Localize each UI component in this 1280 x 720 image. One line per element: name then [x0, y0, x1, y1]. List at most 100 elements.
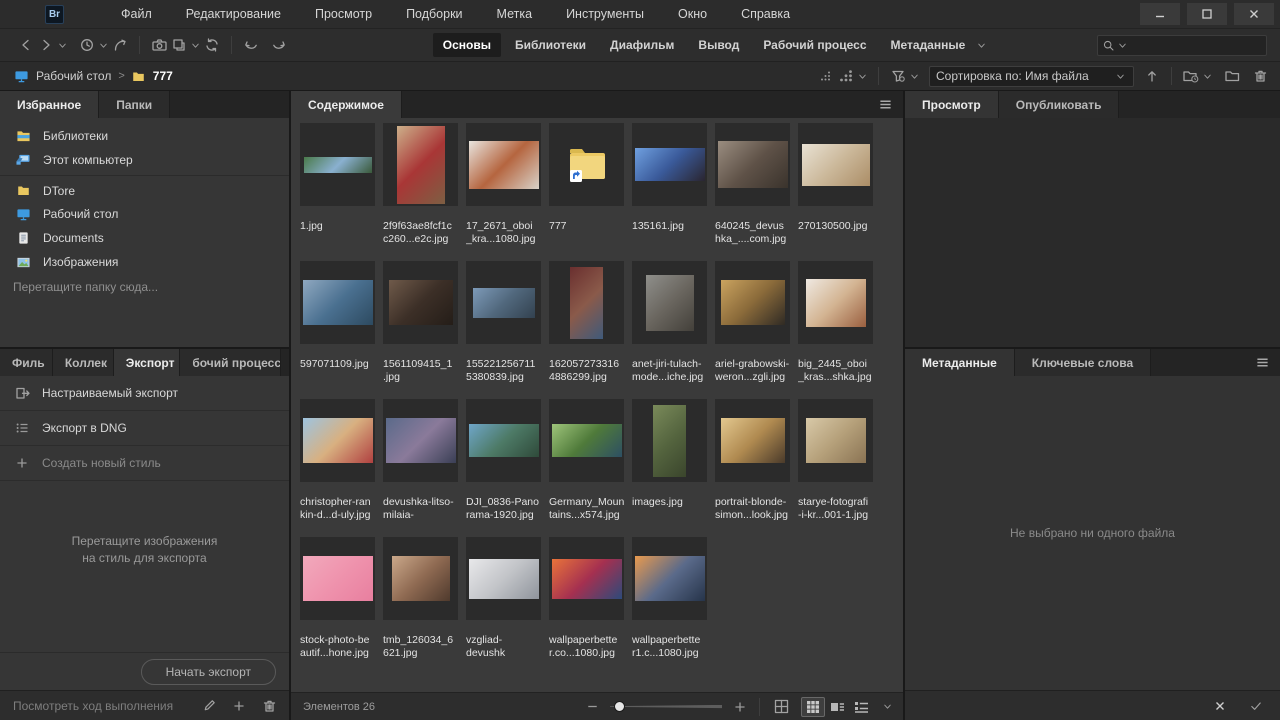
workspace-more-chevron-icon[interactable] — [975, 35, 988, 55]
image-thumbnail[interactable] — [383, 123, 458, 206]
delete-preset-icon[interactable] — [259, 696, 279, 716]
image-thumbnail[interactable] — [549, 399, 624, 482]
sidebar-item[interactable]: DTore — [0, 175, 289, 202]
thumbnail-larger-icon[interactable] — [730, 697, 750, 717]
start-export-button[interactable]: Начать экспорт — [141, 659, 276, 685]
grid-item[interactable]: 597071109.jpg — [300, 261, 375, 384]
export-preset-item[interactable]: Создать новый стиль — [0, 446, 289, 481]
search-box[interactable] — [1097, 35, 1267, 56]
menu-item[interactable]: Файл — [104, 1, 169, 27]
grid-item[interactable]: portrait-blonde- simon...look.jpg — [715, 399, 790, 522]
nav-history-chevron-icon[interactable] — [56, 35, 69, 55]
image-thumbnail[interactable] — [466, 123, 541, 206]
export-tab[interactable]: Коллек — [53, 349, 114, 376]
export-preset-item[interactable]: Экспорт в DNG — [0, 411, 289, 446]
image-thumbnail[interactable] — [632, 261, 707, 344]
image-thumbnail[interactable] — [549, 261, 624, 344]
sync-icon[interactable] — [202, 35, 222, 55]
undo-icon[interactable] — [241, 35, 261, 55]
grid-item[interactable]: devushka-litso- milaia-vzgliad.jpg — [383, 399, 458, 522]
back-icon[interactable] — [16, 35, 36, 55]
menu-item[interactable]: Метка — [480, 1, 550, 27]
thumbnail-size-slider[interactable] — [610, 700, 722, 714]
sidebar-item[interactable]: Этот компьютер — [0, 148, 289, 172]
export-tab[interactable]: Филь — [0, 349, 53, 376]
grid-item[interactable]: anet-jiri-tulach- mode...iche.jpg — [632, 261, 707, 384]
recent-folders-icon[interactable] — [1181, 66, 1201, 86]
image-thumbnail[interactable] — [383, 261, 458, 344]
image-thumbnail[interactable] — [466, 261, 541, 344]
image-thumbnail[interactable] — [300, 261, 375, 344]
export-tab[interactable]: Экспорт — [114, 349, 181, 376]
image-thumbnail[interactable] — [715, 261, 790, 344]
sidebar-item[interactable]: Рабочий стол — [0, 202, 289, 226]
grid-item[interactable]: 777 — [549, 123, 624, 246]
metadata-tab[interactable]: Ключевые слова — [1015, 349, 1151, 376]
new-folder-icon[interactable] — [1222, 66, 1242, 86]
menu-item[interactable]: Просмотр — [298, 1, 389, 27]
filter-icon[interactable] — [888, 66, 908, 86]
grid-item[interactable]: Germany_Moun tains...x574.jpg — [549, 399, 624, 522]
search-scope-chevron-icon[interactable] — [1116, 35, 1129, 55]
sidebar-item[interactable]: Documents — [0, 226, 289, 250]
grid-item[interactable]: 2f9f63ae8fcf1c c260...e2c.jpg — [383, 123, 458, 246]
image-thumbnail[interactable] — [300, 399, 375, 482]
image-thumbnail[interactable] — [300, 123, 375, 206]
thumbnail-smaller-icon[interactable] — [582, 697, 602, 717]
view-options-chevron-icon[interactable] — [881, 697, 894, 717]
export-tab[interactable]: бочий процесс — [180, 349, 281, 376]
search-input[interactable] — [1129, 38, 1263, 52]
favorites-tab[interactable]: Избранное — [0, 91, 99, 118]
image-thumbnail[interactable] — [549, 537, 624, 620]
menu-item[interactable]: Справка — [724, 1, 807, 27]
preview-tab[interactable]: Опубликовать — [999, 91, 1120, 118]
folder-thumbnail[interactable] — [549, 123, 624, 206]
image-thumbnail[interactable] — [798, 123, 873, 206]
grid-item[interactable]: 155221256711 5380839.jpg — [466, 261, 541, 384]
grid-item[interactable]: 640245_devus hka_....com.jpg — [715, 123, 790, 246]
image-thumbnail[interactable] — [466, 537, 541, 620]
menu-item[interactable]: Окно — [661, 1, 724, 27]
image-thumbnail[interactable] — [798, 399, 873, 482]
sidebar-item[interactable]: Изображения — [0, 250, 289, 274]
workspace-tab[interactable]: Основы — [433, 33, 501, 57]
slider-track[interactable] — [610, 705, 722, 709]
grid-item[interactable]: ariel-grabowski- weron...zgli.jpg — [715, 261, 790, 384]
grid-item[interactable]: 135161.jpg — [632, 123, 707, 246]
grid-item[interactable]: 270130500.jpg — [798, 123, 873, 246]
image-thumbnail[interactable] — [632, 537, 707, 620]
thumbnail-quality-icon[interactable] — [816, 66, 836, 86]
minimize-button[interactable] — [1140, 3, 1180, 25]
panel-menu-icon[interactable] — [1252, 353, 1272, 373]
workspace-tab[interactable]: Рабочий процесс — [753, 33, 876, 57]
grid-item[interactable]: tmb_126034_6 621.jpg — [383, 537, 458, 660]
grid-item[interactable]: 1561109415_1 .jpg — [383, 261, 458, 384]
metadata-cancel-icon[interactable] — [1210, 696, 1230, 716]
image-thumbnail[interactable] — [632, 399, 707, 482]
image-thumbnail[interactable] — [798, 261, 873, 344]
edit-preset-icon[interactable] — [199, 696, 219, 716]
favorites-tab[interactable]: Папки — [99, 91, 170, 118]
sort-ascending-icon[interactable] — [1142, 66, 1162, 86]
copy-files-icon[interactable] — [169, 35, 189, 55]
image-thumbnail[interactable] — [300, 537, 375, 620]
tab-content[interactable]: Содержимое — [291, 91, 402, 118]
breadcrumb-current[interactable]: 777 — [153, 69, 173, 83]
slider-knob[interactable] — [614, 701, 625, 712]
grid-item[interactable]: 162057273316 4886299.jpg — [549, 261, 624, 384]
grid-view-button[interactable] — [801, 697, 825, 717]
redo-icon[interactable] — [269, 35, 289, 55]
menu-item[interactable]: Редактирование — [169, 1, 298, 27]
grid-item[interactable]: DJI_0836-Pano rama-1920.jpg — [466, 399, 541, 522]
grid-item[interactable]: christopher-ran kin-d...d-uly.jpg — [300, 399, 375, 522]
sidebar-item[interactable]: Библиотеки — [0, 124, 289, 148]
image-thumbnail[interactable] — [383, 399, 458, 482]
menu-item[interactable]: Инструменты — [549, 1, 661, 27]
view-progress-link[interactable]: Посмотреть ход выполнения — [13, 699, 173, 713]
delete-icon[interactable] — [1250, 66, 1270, 86]
recent-files-chevron-icon[interactable] — [97, 35, 110, 55]
metadata-apply-icon[interactable] — [1246, 696, 1266, 716]
workspace-tab[interactable]: Библиотеки — [505, 33, 596, 57]
list-view-button[interactable] — [849, 697, 873, 717]
workspace-tab[interactable]: Вывод — [688, 33, 749, 57]
